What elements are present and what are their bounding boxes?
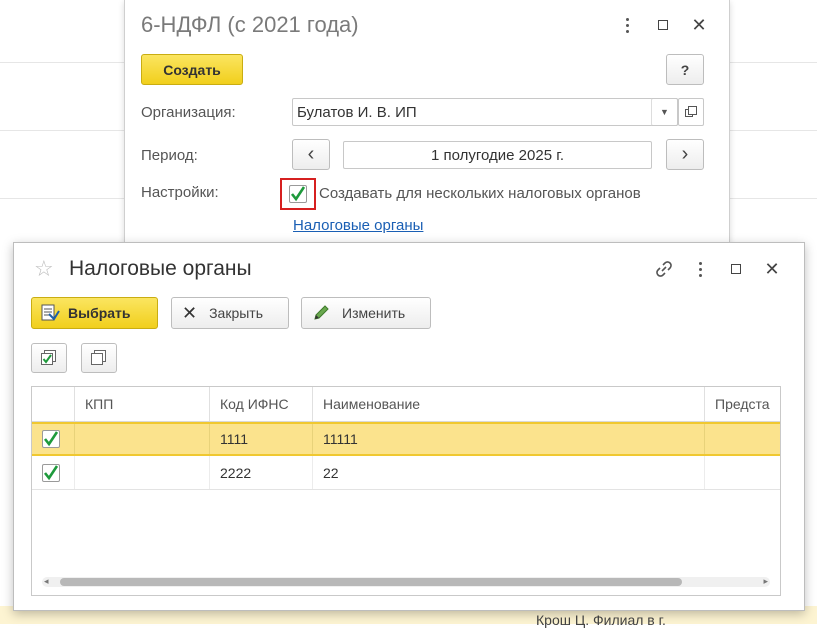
table-header: КПП Код ИФНС Наименование Предста: [32, 387, 780, 422]
chevron-left-icon: ‹: [307, 143, 315, 165]
name-cell: 22: [312, 456, 704, 489]
help-button[interactable]: ?: [666, 54, 704, 85]
close-icon[interactable]: ✕: [681, 12, 717, 38]
favorite-star-icon[interactable]: ☆: [34, 256, 54, 282]
column-header-kpp[interactable]: КПП: [74, 387, 209, 421]
name-cell: 11111: [312, 424, 704, 454]
org-label: Организация:: [141, 104, 236, 121]
tax-organs-link[interactable]: Налоговые органы: [293, 217, 423, 234]
table-row[interactable]: 2222 22: [32, 456, 780, 490]
org-dropdown-button[interactable]: ▼: [651, 98, 678, 126]
checkmark-icon: [290, 186, 306, 202]
kpp-cell: [74, 424, 209, 454]
more-menu-icon[interactable]: [609, 12, 645, 38]
period-value: 1 полугодие 2025 г.: [430, 146, 565, 164]
check-all-button[interactable]: [31, 343, 67, 373]
multi-organ-checkbox[interactable]: [289, 185, 307, 203]
maximize-icon[interactable]: [718, 256, 754, 282]
select-button[interactable]: Выбрать: [31, 297, 158, 329]
scroll-right-arrow-icon[interactable]: ▸: [763, 576, 768, 587]
checkmark-icon: [43, 464, 59, 480]
checkmark-icon: [43, 431, 59, 447]
close-icon[interactable]: ✕: [754, 256, 790, 282]
org-value: Булатов И. В. ИП: [297, 103, 417, 121]
horizontal-scrollbar[interactable]: ◂ ▸: [42, 576, 770, 587]
edit-label: Изменить: [342, 305, 406, 321]
close-x-icon: ✕: [182, 302, 198, 323]
period-input[interactable]: 1 полугодие 2025 г.: [343, 141, 652, 169]
row-check-cell[interactable]: [32, 424, 74, 454]
table-row[interactable]: 1111 11111: [32, 422, 780, 456]
uncheck-all-button[interactable]: [81, 343, 117, 373]
multi-organ-label[interactable]: Создавать для нескольких налоговых орган…: [319, 185, 641, 202]
form-title: 6-НДФЛ (с 2021 года): [141, 12, 359, 37]
create-button[interactable]: Создать: [141, 54, 243, 85]
column-header-code[interactable]: Код ИФНС: [209, 387, 312, 421]
code-cell: 1111: [209, 424, 312, 454]
select-icon: [41, 304, 60, 321]
row-check-cell[interactable]: [32, 456, 74, 489]
check-all-icon: [41, 350, 56, 365]
maximize-icon[interactable]: [645, 12, 681, 38]
column-header-rep[interactable]: Предста: [704, 387, 780, 421]
period-label: Период:: [141, 147, 198, 164]
close-button[interactable]: ✕ Закрыть: [171, 297, 289, 329]
open-form-icon: [685, 106, 697, 117]
scroll-left-arrow-icon[interactable]: ◂: [44, 576, 49, 587]
more-menu-icon[interactable]: [682, 256, 718, 282]
column-header-name[interactable]: Наименование: [312, 387, 704, 421]
window-controls: ✕: [609, 12, 717, 38]
rep-cell: [704, 456, 780, 489]
pencil-icon: [314, 305, 329, 320]
bg-row-text: Крош Ц. Филиал в г.: [536, 612, 666, 628]
form-title: Налоговые органы: [69, 257, 252, 280]
ndfl-form: 6-НДФЛ (с 2021 года) ✕ Создать ? Организ…: [124, 0, 730, 245]
scrollbar-thumb[interactable]: [60, 578, 682, 586]
rep-cell: [704, 424, 780, 454]
close-label: Закрыть: [209, 305, 264, 321]
column-header-check[interactable]: [32, 387, 74, 421]
dropdown-arrow-icon: ▼: [660, 107, 669, 117]
chevron-right-icon: ›: [681, 143, 689, 165]
uncheck-all-icon: [91, 350, 106, 365]
tax-organs-form: ☆ Налоговые органы ✕ Выбрать ✕ Закрыть И…: [13, 242, 805, 611]
row-checkbox[interactable]: [42, 463, 60, 482]
period-prev-button[interactable]: ‹: [292, 139, 330, 170]
link-icon[interactable]: [646, 256, 682, 282]
period-next-button[interactable]: ›: [666, 139, 704, 170]
select-label: Выбрать: [68, 305, 131, 321]
edit-button[interactable]: Изменить: [301, 297, 431, 329]
code-cell: 2222: [209, 456, 312, 489]
row-checkbox[interactable]: [42, 430, 60, 448]
settings-label: Настройки:: [141, 184, 219, 201]
tax-organs-table: КПП Код ИФНС Наименование Предста 1111 1…: [31, 386, 781, 596]
kpp-cell: [74, 456, 209, 489]
org-open-button[interactable]: [678, 98, 704, 126]
window-controls: ✕: [646, 256, 790, 282]
org-input[interactable]: Булатов И. В. ИП: [292, 98, 678, 126]
